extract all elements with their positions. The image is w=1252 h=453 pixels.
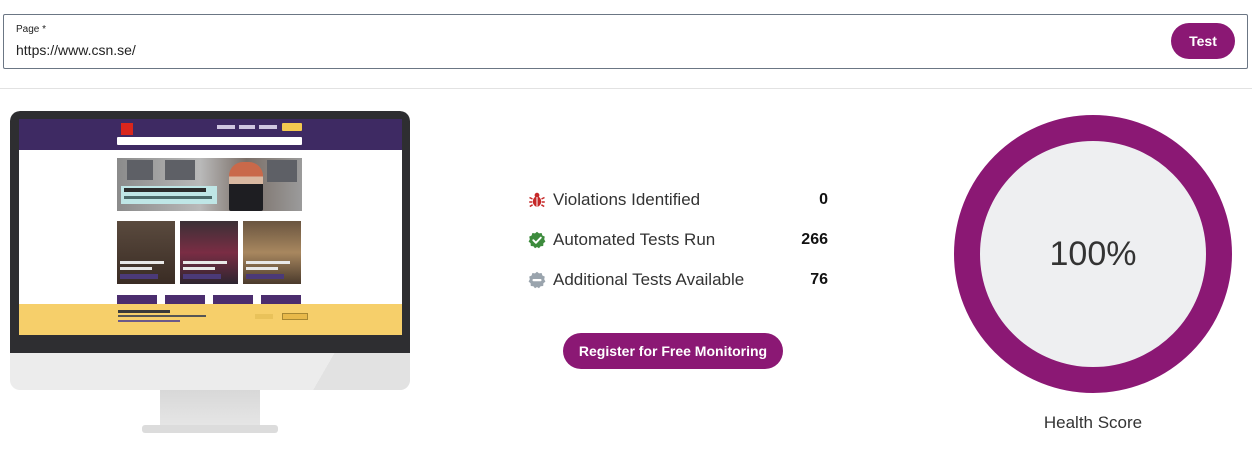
screenshot-header (19, 119, 402, 150)
screenshot-search-bar (117, 137, 302, 145)
stat-additional-tests: Additional Tests Available 76 (528, 260, 828, 300)
stat-label: Automated Tests Run (553, 230, 716, 249)
screenshot-hero (117, 158, 302, 211)
hero-person-image (229, 162, 263, 211)
test-button[interactable]: Test (1171, 23, 1235, 59)
csn-logo-icon (121, 123, 133, 135)
stat-label: Additional Tests Available (553, 270, 745, 289)
monitor-body (10, 111, 410, 390)
health-score-caption: Health Score (1043, 413, 1143, 432)
stat-label: Violations Identified (553, 190, 701, 209)
register-button[interactable]: Register for Free Monitoring (563, 333, 783, 369)
screenshot-nav (217, 125, 277, 129)
check-badge-icon (528, 231, 546, 249)
bug-icon (528, 191, 546, 209)
stat-automated-tests: Automated Tests Run 266 (528, 220, 828, 260)
screenshot-login-button (282, 123, 302, 131)
minus-badge-icon (528, 271, 546, 289)
screenshot-card (243, 221, 301, 284)
test-stats: Violations Identified 0 Automated Tests … (528, 180, 828, 300)
stat-value: 266 (801, 231, 828, 248)
hero-caption-card (121, 186, 217, 204)
monitor-stand (160, 390, 260, 427)
url-form: Page * https://www.csn.se/ Test (3, 14, 1248, 69)
screenshot-card (117, 221, 175, 284)
health-score-gauge: 100% (954, 115, 1232, 393)
section-divider (0, 88, 1252, 89)
screenshot-card (180, 221, 238, 284)
monitor-preview (10, 111, 410, 433)
stat-value: 76 (810, 271, 828, 288)
monitor-stand-base (142, 425, 278, 433)
url-field-label: Page * (16, 24, 47, 35)
health-score-value: 100% (1049, 234, 1137, 273)
stat-value: 0 (819, 191, 828, 208)
url-input[interactable]: https://www.csn.se/ (16, 42, 136, 58)
monitor-chin (270, 353, 410, 390)
screenshot-cookie-banner (19, 304, 402, 335)
stat-violations: Violations Identified 0 (528, 180, 828, 220)
website-screenshot (19, 119, 402, 335)
